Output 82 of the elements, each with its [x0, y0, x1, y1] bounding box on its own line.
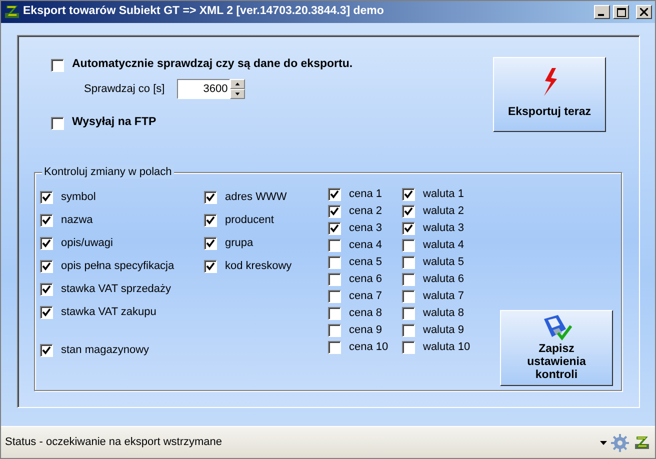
- checkbox-label: Wysyłaj na FTP: [72, 115, 156, 130]
- interval-label: Sprawdzaj co [s]: [84, 82, 165, 97]
- checkbox-label: opis/uwagi: [61, 236, 113, 252]
- checkbox[interactable]: [328, 341, 341, 354]
- checkbox[interactable]: [402, 205, 415, 218]
- floppy-disk-icon: [542, 314, 572, 340]
- checkbox-label: cena 10: [349, 340, 388, 356]
- checkbox[interactable]: [204, 237, 217, 250]
- checkbox[interactable]: [51, 58, 64, 72]
- checkbox[interactable]: [402, 239, 415, 252]
- checkbox-label: cena 7: [349, 289, 382, 304]
- checkbox-label: waluta 9: [423, 323, 464, 338]
- checkbox[interactable]: [204, 214, 217, 227]
- checkbox-label: Automatycznie sprawdzaj czy są dane do eksportu.: [72, 57, 353, 72]
- checkbox[interactable]: [204, 191, 217, 204]
- checkbox-label: waluta 4: [423, 238, 464, 254]
- checkbox-label: cena 2: [349, 204, 382, 220]
- checkbox[interactable]: [402, 188, 415, 201]
- checkbox[interactable]: [402, 222, 415, 235]
- checkbox[interactable]: [40, 344, 53, 357]
- window-title: Eksport towarów Subiekt GT => XML 2 [ver.14703.20.3844.3] demo: [23, 4, 385, 20]
- checkbox-label: opis pełna specyfikacja: [61, 259, 174, 274]
- checkbox-label: waluta 10: [423, 340, 470, 356]
- checkbox[interactable]: [328, 188, 341, 201]
- checkbox-label: cena 1: [349, 187, 382, 202]
- checkbox[interactable]: [328, 307, 341, 320]
- checkbox[interactable]: [402, 307, 415, 320]
- checkbox[interactable]: [204, 260, 217, 273]
- checkbox-label: cena 8: [349, 306, 382, 322]
- close-button[interactable]: [636, 5, 652, 19]
- checkbox[interactable]: [402, 341, 415, 354]
- checkbox[interactable]: [40, 306, 53, 319]
- checkbox[interactable]: [402, 273, 415, 286]
- checkbox-label: waluta 2: [423, 204, 464, 220]
- group-title: Kontroluj zmiany w polach: [42, 165, 174, 179]
- checkbox-label: kod kreskowy: [225, 259, 292, 274]
- checkbox-label: producent: [225, 213, 274, 228]
- maximize-icon: [616, 8, 626, 16]
- status-text: Status - oczekiwanie na eksport wstrzymane: [5, 435, 224, 450]
- checkbox[interactable]: [328, 256, 341, 269]
- checkbox-label: waluta 5: [423, 255, 464, 270]
- app-icon: [4, 4, 20, 20]
- checkbox-label: waluta 7: [423, 289, 464, 304]
- checkbox[interactable]: [402, 324, 415, 337]
- checkbox-label: waluta 3: [423, 221, 464, 236]
- checkbox-label: waluta 8: [423, 306, 464, 322]
- close-icon: [640, 8, 648, 16]
- checkbox-label: cena 4: [349, 238, 382, 254]
- checkbox[interactable]: [328, 222, 341, 235]
- save-button[interactable]: Zapisz ustawienia kontroli: [500, 310, 613, 386]
- checkbox[interactable]: [40, 214, 53, 227]
- checkbox-label: nazwa: [61, 213, 93, 228]
- checkbox-label: stawka VAT zakupu: [61, 305, 156, 320]
- checkbox[interactable]: [402, 256, 415, 269]
- checkbox[interactable]: [40, 191, 53, 204]
- checkbox[interactable]: [40, 237, 53, 250]
- caret-icon[interactable]: [600, 440, 607, 444]
- input-field[interactable]: 3600: [176, 79, 230, 99]
- maximize-button[interactable]: [613, 5, 629, 19]
- checkbox[interactable]: [402, 290, 415, 303]
- export-button[interactable]: Eksportuj teraz: [493, 57, 606, 132]
- app-icon[interactable]: [633, 434, 651, 450]
- checkbox-label: cena 3: [349, 221, 382, 236]
- checkbox-label: cena 6: [349, 272, 382, 288]
- checkbox[interactable]: [328, 290, 341, 303]
- checkbox-label: waluta 1: [423, 187, 464, 202]
- checkbox[interactable]: [328, 239, 341, 252]
- checkbox-label: adres WWW: [225, 190, 287, 206]
- checkbox[interactable]: [40, 260, 53, 273]
- checkbox-label: cena 9: [349, 323, 382, 338]
- checkbox-label: waluta 6: [423, 272, 464, 288]
- checkbox-label: symbol: [61, 190, 96, 206]
- checkbox[interactable]: [51, 116, 64, 130]
- checkbox-label: cena 5: [349, 255, 382, 270]
- checkbox-label: stan magazynowy: [61, 343, 150, 358]
- checkbox[interactable]: [328, 205, 341, 218]
- checkbox[interactable]: [40, 283, 53, 296]
- checkbox[interactable]: [328, 273, 341, 286]
- checkbox-label: stawka VAT sprzedaży: [61, 282, 172, 298]
- checkbox[interactable]: [328, 324, 341, 337]
- checkbox-label: grupa: [225, 236, 254, 252]
- minimize-button[interactable]: [594, 5, 610, 19]
